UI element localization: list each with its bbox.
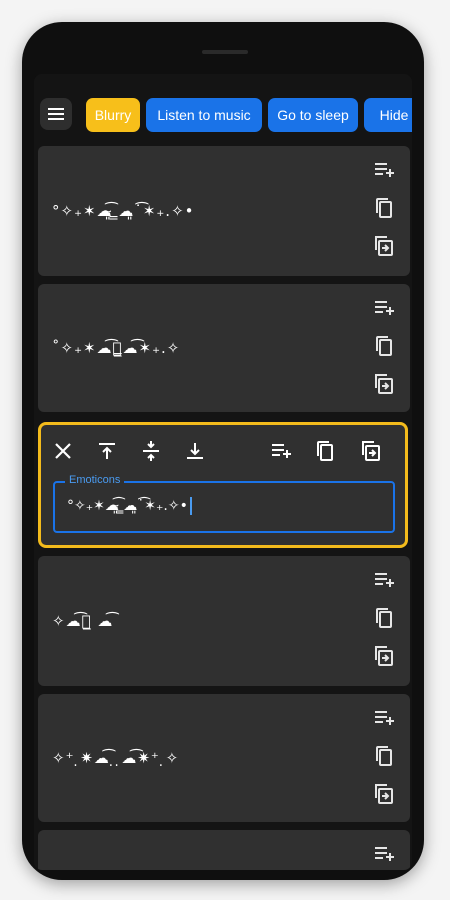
emoticon-text: ˚✧₊✶☁͡⌒̳☁͡✶₊.✧: [52, 339, 181, 357]
speaker-grille: [202, 50, 248, 54]
playlist-add-icon[interactable]: [269, 439, 293, 463]
field-value[interactable]: °✧₊✶☁̴͈͡ ̳☁͈˙͡✶₊.✧•: [67, 497, 192, 515]
tab-listen-to-music[interactable]: Listen to music: [146, 98, 262, 132]
emoticon-input[interactable]: Emoticons °✧₊✶☁̴͈͡ ̳☁͈˙͡✶₊.✧•: [53, 474, 395, 533]
insert-icon[interactable]: [359, 439, 383, 463]
list-item[interactable]: [38, 830, 410, 870]
list-item[interactable]: °✧₊✶☁̴͈͡ ̳☁͈˙͡✶₊.✧•: [38, 146, 410, 276]
playlist-add-icon[interactable]: [372, 568, 396, 592]
app-screen: Blurry Listen to music Go to sleep Hide …: [34, 74, 412, 870]
phone-frame: Blurry Listen to music Go to sleep Hide …: [22, 22, 424, 880]
playlist-add-icon[interactable]: [372, 706, 396, 730]
emoticon-text: °✧₊✶☁̴͈͡ ̳☁͈˙͡✶₊.✧•: [52, 202, 195, 220]
list-item[interactable]: ✧⁺ ̣✷☁͡ ̣ ̣☁͡✷⁺ ̣✧: [38, 694, 410, 822]
playlist-add-icon[interactable]: [372, 296, 396, 320]
copy-icon[interactable]: [372, 334, 396, 358]
insert-icon[interactable]: [372, 644, 396, 668]
menu-button[interactable]: [40, 98, 72, 130]
field-label: Emoticons: [65, 474, 125, 486]
move-middle-icon[interactable]: [139, 439, 163, 463]
move-top-icon[interactable]: [95, 439, 119, 463]
menu-icon: [44, 102, 68, 126]
list-item[interactable]: ˚✧₊✶☁͡⌒̳☁͡✶₊.✧: [38, 284, 410, 412]
list-item[interactable]: ✧☁͡⌒̲ ☁͡: [38, 556, 410, 686]
copy-icon[interactable]: [372, 744, 396, 768]
playlist-add-icon[interactable]: [372, 158, 396, 182]
tab-hide[interactable]: Hide: [364, 98, 412, 132]
insert-icon[interactable]: [372, 782, 396, 806]
tab-blurry[interactable]: Blurry: [86, 98, 140, 132]
text-caret: [189, 497, 192, 515]
tab-go-to-sleep[interactable]: Go to sleep: [268, 98, 358, 132]
copy-icon[interactable]: [372, 606, 396, 630]
emoticon-text: ✧⁺ ̣✷☁͡ ̣ ̣☁͡✷⁺ ̣✧: [52, 749, 180, 767]
move-bottom-icon[interactable]: [183, 439, 207, 463]
insert-icon[interactable]: [372, 234, 396, 258]
edit-card[interactable]: Emoticons °✧₊✶☁̴͈͡ ̳☁͈˙͡✶₊.✧•: [38, 422, 408, 548]
category-tabs: Blurry Listen to music Go to sleep Hide: [86, 98, 412, 134]
copy-icon[interactable]: [313, 439, 337, 463]
edit-toolbar: [41, 425, 405, 479]
copy-icon[interactable]: [372, 196, 396, 220]
top-bar: Blurry Listen to music Go to sleep Hide: [34, 74, 412, 142]
close-icon[interactable]: [51, 439, 75, 463]
insert-icon[interactable]: [372, 372, 396, 396]
emoticon-text: ✧☁͡⌒̲ ☁͡: [52, 612, 114, 630]
playlist-add-icon[interactable]: [372, 842, 396, 866]
